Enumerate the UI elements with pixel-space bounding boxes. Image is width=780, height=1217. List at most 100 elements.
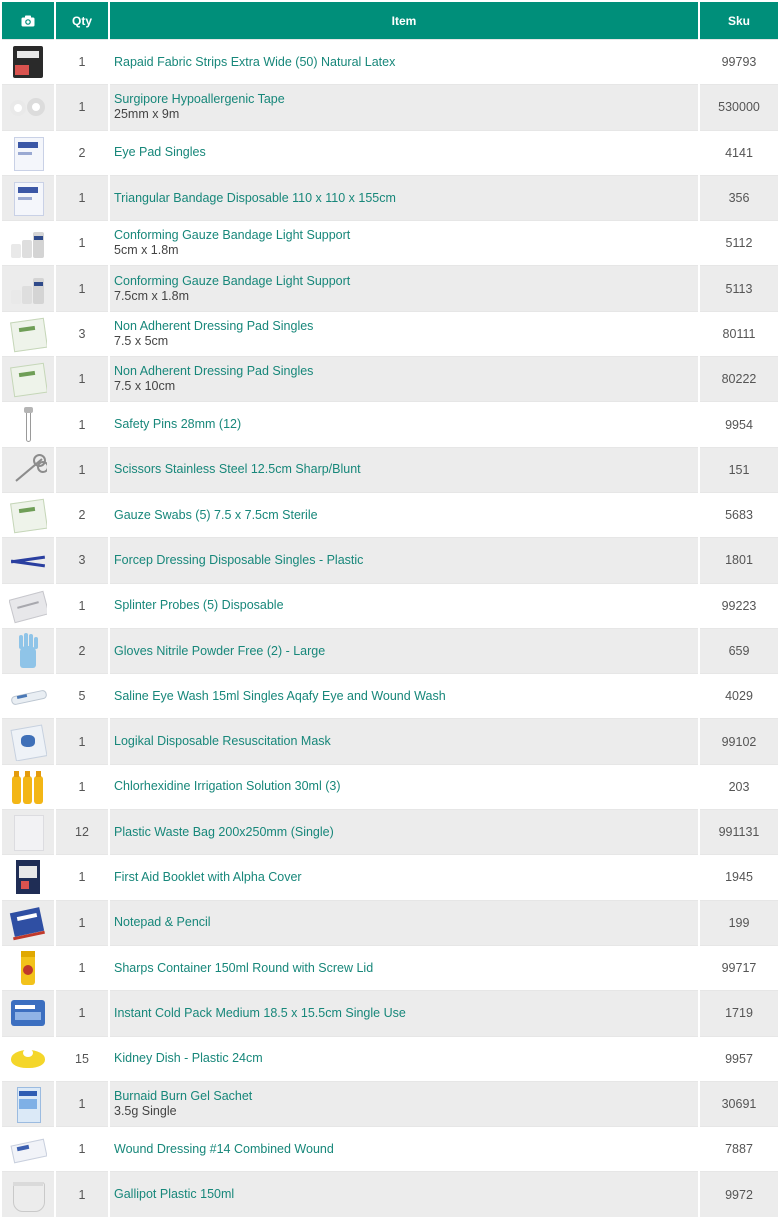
item-name-link[interactable]: Saline Eye Wash 15ml Singles Aqafy Eye a… bbox=[114, 689, 698, 704]
item-name-link[interactable]: Gauze Swabs (5) 7.5 x 7.5cm Sterile bbox=[114, 508, 698, 523]
white-packet-thumbnail[interactable] bbox=[9, 134, 47, 172]
sharps-thumbnail[interactable] bbox=[9, 949, 47, 987]
sku-cell: 80222 bbox=[700, 356, 778, 402]
sku-cell: 203 bbox=[700, 763, 778, 810]
item-name-link[interactable]: Gloves Nitrile Powder Free (2) - Large bbox=[114, 644, 698, 659]
sku-cell: 5112 bbox=[700, 220, 778, 266]
item-cell: Surgipore Hypoallergenic Tape 25mm x 9m bbox=[110, 84, 698, 130]
bandage-rolls-thumbnail[interactable] bbox=[9, 224, 47, 262]
item-name-link[interactable]: Sharps Container 150ml Round with Screw … bbox=[114, 961, 698, 976]
table-header-row: Qty Item Sku bbox=[2, 0, 778, 39]
item-name-link[interactable]: Instant Cold Pack Medium 18.5 x 15.5cm S… bbox=[114, 1006, 698, 1021]
quantity-cell: 1 bbox=[56, 446, 108, 492]
dressing-thumbnail[interactable] bbox=[9, 1130, 47, 1168]
table-row: 1 Surgipore Hypoallergenic Tape 25mm x 9m 5… bbox=[2, 84, 778, 130]
product-image-cell bbox=[2, 1080, 54, 1127]
product-image-cell bbox=[2, 1126, 54, 1172]
probes-thumbnail[interactable] bbox=[9, 587, 47, 625]
sku-cell: 7887 bbox=[700, 1126, 778, 1172]
item-name-link[interactable]: Plastic Waste Bag 200x250mm (Single) bbox=[114, 825, 698, 840]
item-name-link[interactable]: Conforming Gauze Bandage Light Support bbox=[114, 228, 698, 243]
white-packet-thumbnail[interactable] bbox=[9, 179, 47, 217]
item-name-link[interactable]: Safety Pins 28mm (12) bbox=[114, 417, 698, 432]
item-cell: Scissors Stainless Steel 12.5cm Sharp/Bl… bbox=[110, 446, 698, 492]
item-name-link[interactable]: Forcep Dressing Disposable Singles - Pla… bbox=[114, 553, 698, 568]
safety-pin-thumbnail[interactable] bbox=[9, 406, 47, 444]
quantity-cell: 1 bbox=[56, 401, 108, 447]
sku-cell: 99717 bbox=[700, 944, 778, 991]
plastic-bag-thumbnail[interactable] bbox=[9, 813, 47, 852]
green-packet-thumbnail[interactable] bbox=[9, 360, 47, 398]
item-name-link[interactable]: Eye Pad Singles bbox=[114, 145, 698, 160]
product-image-cell bbox=[2, 809, 54, 855]
header-qty[interactable]: Qty bbox=[56, 0, 108, 39]
table-row: 1 Wound Dressing #14 Combined Wound 7887 bbox=[2, 1126, 778, 1172]
item-cell: Kidney Dish - Plastic 24cm bbox=[110, 1035, 698, 1081]
yellow-vials-thumbnail[interactable] bbox=[9, 768, 47, 806]
sachet-thumbnail[interactable] bbox=[9, 1085, 47, 1123]
product-image-cell bbox=[2, 627, 54, 674]
item-size: 3.5g Single bbox=[114, 1103, 177, 1118]
sku-cell: 1945 bbox=[700, 854, 778, 900]
item-name-link[interactable]: Surgipore Hypoallergenic Tape bbox=[114, 92, 698, 107]
kidney-dish-thumbnail[interactable] bbox=[9, 1040, 47, 1078]
item-name-link[interactable]: Burnaid Burn Gel Sachet bbox=[114, 1089, 698, 1104]
green-packet-thumbnail[interactable] bbox=[9, 315, 47, 353]
item-name-link[interactable]: Non Adherent Dressing Pad Singles bbox=[114, 319, 698, 334]
item-name-link[interactable]: Conforming Gauze Bandage Light Support bbox=[114, 274, 698, 289]
sku-cell: 9954 bbox=[700, 401, 778, 447]
mask-packet-thumbnail[interactable] bbox=[9, 723, 47, 761]
quantity-cell: 1 bbox=[56, 1171, 108, 1217]
box-dark-thumbnail[interactable] bbox=[9, 43, 47, 81]
header-sku[interactable]: Sku bbox=[700, 0, 778, 39]
item-name-link[interactable]: Splinter Probes (5) Disposable bbox=[114, 598, 698, 613]
table-row: 1 Scissors Stainless Steel 12.5cm Sharp/B… bbox=[2, 446, 778, 492]
quantity-cell: 1 bbox=[56, 582, 108, 628]
item-size: 5cm x 1.8m bbox=[114, 243, 179, 258]
sku-cell: 99793 bbox=[700, 39, 778, 85]
cold-pack-thumbnail[interactable] bbox=[9, 994, 47, 1032]
product-image-cell bbox=[2, 265, 54, 311]
item-cell: Sharps Container 150ml Round with Screw … bbox=[110, 944, 698, 991]
product-image-cell bbox=[2, 582, 54, 628]
tape-rolls-thumbnail[interactable] bbox=[9, 88, 47, 126]
quantity-cell: 15 bbox=[56, 1035, 108, 1081]
table-row: 1 Chlorhexidine Irrigation Solution 30ml … bbox=[2, 763, 778, 810]
item-name-link[interactable]: Logikal Disposable Resuscitation Mask bbox=[114, 734, 698, 749]
table-row: 1 Safety Pins 28mm (12) 9954 bbox=[2, 401, 778, 447]
bandage-rolls-thumbnail[interactable] bbox=[9, 270, 47, 308]
product-image-cell bbox=[2, 763, 54, 810]
item-name-link[interactable]: Scissors Stainless Steel 12.5cm Sharp/Bl… bbox=[114, 462, 698, 477]
table-row: 1 Logikal Disposable Resuscitation Mask 99… bbox=[2, 718, 778, 764]
item-name-link[interactable]: Chlorhexidine Irrigation Solution 30ml (… bbox=[114, 779, 698, 794]
quantity-cell: 1 bbox=[56, 84, 108, 130]
table-row: 12 Plastic Waste Bag 200x250mm (Single) 99… bbox=[2, 809, 778, 855]
notepad-thumbnail[interactable] bbox=[9, 904, 47, 942]
quantity-cell: 1 bbox=[56, 899, 108, 945]
booklet-thumbnail[interactable] bbox=[9, 858, 47, 896]
header-item[interactable]: Item bbox=[110, 0, 698, 39]
gallipot-thumbnail[interactable] bbox=[9, 1176, 47, 1214]
table-row: 1 Sharps Container 150ml Round with Screw… bbox=[2, 944, 778, 991]
quantity-cell: 5 bbox=[56, 673, 108, 719]
item-cell: First Aid Booklet with Alpha Cover bbox=[110, 854, 698, 900]
product-image-cell bbox=[2, 673, 54, 719]
ampoule-thumbnail[interactable] bbox=[9, 677, 47, 715]
scissors-thumbnail[interactable] bbox=[9, 451, 47, 489]
item-name-link[interactable]: Non Adherent Dressing Pad Singles bbox=[114, 364, 698, 379]
item-cell: Gallipot Plastic 150ml bbox=[110, 1171, 698, 1217]
item-name-link[interactable]: First Aid Booklet with Alpha Cover bbox=[114, 870, 698, 885]
item-name-link[interactable]: Rapaid Fabric Strips Extra Wide (50) Nat… bbox=[114, 55, 698, 70]
item-name-link[interactable]: Wound Dressing #14 Combined Wound bbox=[114, 1142, 698, 1157]
forceps-thumbnail[interactable] bbox=[9, 541, 47, 579]
item-name-link[interactable]: Triangular Bandage Disposable 110 x 110 … bbox=[114, 191, 698, 206]
item-name-link[interactable]: Notepad & Pencil bbox=[114, 915, 698, 930]
glove-thumbnail[interactable] bbox=[9, 632, 47, 670]
green-packet-thumbnail[interactable] bbox=[9, 496, 47, 534]
header-image bbox=[2, 0, 54, 39]
item-name-link[interactable]: Kidney Dish - Plastic 24cm bbox=[114, 1051, 698, 1066]
item-cell: Eye Pad Singles bbox=[110, 129, 698, 175]
quantity-cell: 1 bbox=[56, 718, 108, 764]
item-cell: Conforming Gauze Bandage Light Support 5c… bbox=[110, 220, 698, 266]
table-row: 1 First Aid Booklet with Alpha Cover 1945 bbox=[2, 854, 778, 900]
